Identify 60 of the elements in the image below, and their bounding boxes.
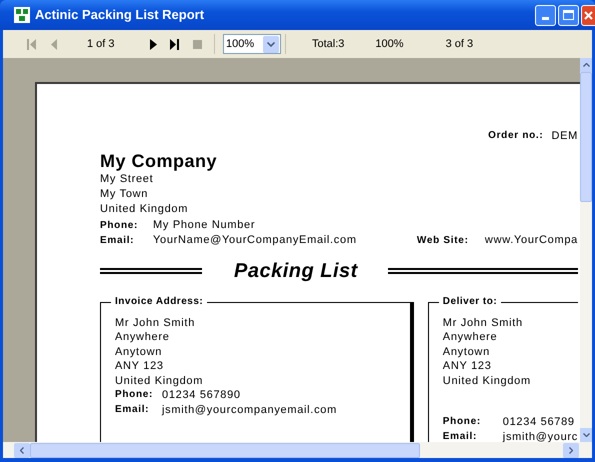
next-page-icon[interactable] xyxy=(150,38,156,50)
chevron-up-icon xyxy=(582,63,590,67)
app-icon xyxy=(14,7,30,23)
address-line: Anytown xyxy=(115,344,164,359)
total-count: Total:3 xyxy=(312,36,344,52)
maximize-button[interactable] xyxy=(558,4,579,26)
address-line: United Kingdom xyxy=(442,374,532,388)
chevron-down-icon xyxy=(267,42,275,46)
phone-value: 01234 567890 xyxy=(162,388,241,402)
email-value: YourName@YourCompanyEmail.com xyxy=(153,232,357,248)
address-line: Mr John Smith xyxy=(115,316,196,330)
window-title: Actinic Packing List Report xyxy=(35,6,204,24)
maximize-icon xyxy=(563,10,574,20)
chevron-down-icon xyxy=(582,433,590,437)
email-label: Email: xyxy=(115,402,150,416)
company-address-line: United Kingdom xyxy=(100,202,190,216)
address-line: ANY 123 xyxy=(442,359,493,374)
scroll-thumb[interactable] xyxy=(580,72,592,202)
address-line: United Kingdom xyxy=(115,374,204,388)
scroll-down-button[interactable] xyxy=(580,428,592,442)
last-page-icon[interactable] xyxy=(170,38,180,50)
company-address-line: My Town xyxy=(100,186,150,202)
address-line: Anywhere xyxy=(115,330,171,344)
page-indicator: 1 of 3 xyxy=(87,36,116,52)
report-title: Packing List xyxy=(234,258,358,284)
vertical-scrollbar[interactable] xyxy=(580,58,592,442)
minimize-icon xyxy=(542,16,549,20)
order-value: DEM xyxy=(551,129,578,144)
company-name: My Company xyxy=(100,150,218,172)
order-label: Order no.: xyxy=(488,129,544,143)
company-address-line: My Street xyxy=(100,172,154,186)
address-line: Anytown xyxy=(442,344,491,359)
website-value: www.YourCompa xyxy=(484,232,578,248)
phone-label: Phone: xyxy=(100,218,140,232)
close-icon xyxy=(584,10,593,20)
minimize-button[interactable] xyxy=(535,4,556,26)
address-line: ANY 123 xyxy=(115,359,165,374)
scroll-up-button[interactable] xyxy=(580,58,592,72)
zoom-status: 100% xyxy=(375,36,404,52)
phone-value: 01234 56789 xyxy=(502,415,575,430)
address-line: Mr John Smith xyxy=(442,316,524,330)
website-label: Web Site: xyxy=(416,234,470,248)
close-button[interactable] xyxy=(581,4,595,26)
horizontal-scrollbar[interactable] xyxy=(3,442,592,458)
chevron-right-icon xyxy=(569,446,573,454)
address-line: Anywhere xyxy=(442,330,498,344)
email-value: jsmith@yourc xyxy=(502,430,578,442)
chevron-left-icon xyxy=(20,446,24,454)
email-label: Email: xyxy=(100,234,136,248)
phone-label: Phone: xyxy=(115,388,154,402)
email-label: Email: xyxy=(442,430,478,442)
email-value: jsmith@yourcompanyemail.com xyxy=(162,402,337,417)
scroll-thumb[interactable] xyxy=(30,442,420,458)
phone-label: Phone: xyxy=(442,415,482,429)
scroll-right-button[interactable] xyxy=(563,442,579,458)
zoom-select[interactable]: 100% xyxy=(223,34,281,54)
dropdown-button[interactable] xyxy=(263,36,279,52)
phone-value: My Phone Number xyxy=(153,218,256,232)
page-status: 3 of 3 xyxy=(446,36,474,52)
scroll-left-button[interactable] xyxy=(14,442,30,458)
